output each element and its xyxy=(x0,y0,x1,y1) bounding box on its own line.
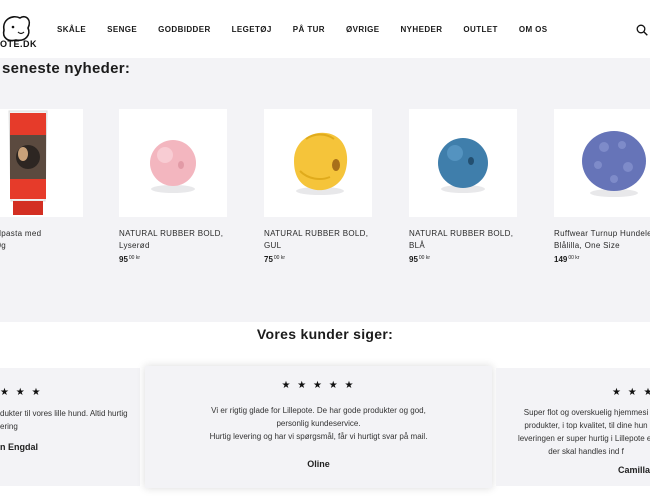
product-image[interactable] xyxy=(264,109,372,217)
site-header: OTE.DK SKÅLE SENGE GODBIDDER LEGETØJ PÅ … xyxy=(0,0,650,58)
product-price: 14900 kr xyxy=(554,255,650,264)
review-stars: ★ ★ ★ ★ xyxy=(612,387,650,398)
main-nav: SKÅLE SENGE GODBIDDER LEGETØJ PÅ TUR ØVR… xyxy=(57,25,569,34)
price-decimals: 00 kr xyxy=(568,255,580,261)
review-stars: ★ ★ ★ ★ ★ xyxy=(281,380,356,391)
product-name: detandpasta med nag 90g xyxy=(0,228,83,252)
review-text-line: Hurtig levering og har vi spørgsmål, får… xyxy=(209,432,428,441)
logo-text[interactable]: OTE.DK xyxy=(0,39,37,49)
product-name: NATURAL RUBBER BOLD, Lyserød xyxy=(119,228,227,252)
product-image[interactable] xyxy=(554,109,650,217)
review-author: n Engdal xyxy=(0,442,38,452)
product-name-line: Lyserød xyxy=(119,241,150,250)
nav-item-senge[interactable]: SENGE xyxy=(107,25,137,34)
product-price: 9500 kr xyxy=(119,255,227,264)
review-text-line: leveringen er super hurtig i Lillepote e… xyxy=(517,434,650,443)
price-value: 95 xyxy=(119,255,128,264)
nav-item-legetoej[interactable]: LEGETØJ xyxy=(232,25,272,34)
product-name-line: NATURAL RUBBER BOLD, BLÅ xyxy=(409,229,514,250)
product-image[interactable] xyxy=(409,109,517,217)
product-card[interactable]: Ruffwear Turnup Hundeleget Blålilla, One… xyxy=(554,109,650,264)
product-price: 9500 kr xyxy=(409,255,517,264)
price-value: 149 xyxy=(554,255,568,264)
pink-ball-icon xyxy=(150,140,196,193)
review-text-line: personlig kundeservice. xyxy=(276,419,361,428)
review-text-line: Super flot og overskuelig hjemmesi xyxy=(523,408,649,417)
product-name-line: Ruffwear Turnup Hundeleget xyxy=(554,229,650,238)
review-author: Camilla xyxy=(618,465,650,475)
news-section-title: seneste nyheder: xyxy=(2,60,131,77)
product-name-line: NATURAL RUBBER BOLD, xyxy=(119,229,224,238)
nav-item-paa-tur[interactable]: PÅ TUR xyxy=(293,25,325,34)
nav-item-nyheder[interactable]: NYHEDER xyxy=(401,25,443,34)
yellow-ball-icon xyxy=(294,132,348,195)
nav-item-om-os[interactable]: OM OS xyxy=(519,25,548,34)
product-name-line: NATURAL RUBBER BOLD, GUL xyxy=(264,229,369,250)
review-card-right[interactable]: ★ ★ ★ ★ Super flot og overskuelig hjemme… xyxy=(496,368,650,486)
nav-item-skaale[interactable]: SKÅLE xyxy=(57,25,86,34)
review-text-line: Vi er rigtig glade for Lillepote. De har… xyxy=(211,406,426,415)
toothpaste-tube-icon xyxy=(8,110,48,215)
review-text-line: produkter, i top kvalitet, til dine hun xyxy=(524,421,648,430)
review-text: Super flot og overskuelig hjemmesi produ… xyxy=(496,406,650,458)
review-text: Vi er rigtig glade for Lillepote. De har… xyxy=(145,404,492,443)
product-card[interactable]: NATURAL RUBBER BOLD, BLÅ 9500 kr xyxy=(409,109,517,264)
review-author: Oline xyxy=(307,459,330,469)
price-decimals: 00 kr xyxy=(418,255,431,261)
price-value: 95 xyxy=(409,255,418,264)
review-text: dukter til vores lille hund. Altid hurti… xyxy=(0,407,140,433)
nav-item-outlet[interactable]: OUTLET xyxy=(463,25,497,34)
review-text-line: der skal handles ind f xyxy=(548,447,624,456)
search-icon[interactable] xyxy=(636,24,648,36)
product-card[interactable]: NATURAL RUBBER BOLD, Lyserød 9500 kr xyxy=(119,109,227,264)
product-name-line: detandpasta med xyxy=(0,229,42,238)
product-card[interactable]: NATURAL RUBBER BOLD, GUL 7500 kr xyxy=(264,109,372,264)
product-image[interactable] xyxy=(119,109,227,217)
product-image[interactable] xyxy=(0,109,83,217)
blue-ball-icon xyxy=(438,138,488,193)
price-decimals: 00 kr xyxy=(128,255,141,261)
review-card-center[interactable]: ★ ★ ★ ★ ★ Vi er rigtig glade for Lillepo… xyxy=(145,366,492,488)
product-card[interactable]: detandpasta med nag 90g xyxy=(0,109,83,252)
review-card-left[interactable]: ★ ★ ★ dukter til vores lille hund. Altid… xyxy=(0,368,140,486)
reviews-title: Vores kunder siger: xyxy=(256,326,394,342)
product-name: NATURAL RUBBER BOLD, BLÅ xyxy=(409,228,517,252)
nav-item-oevrige[interactable]: ØVRIGE xyxy=(346,25,380,34)
price-value: 75 xyxy=(264,255,273,264)
ruffwear-toy-icon xyxy=(582,131,646,197)
product-name-line: Blålilla, One Size xyxy=(554,241,620,250)
review-stars: ★ ★ ★ xyxy=(0,387,43,398)
nav-item-godbidder[interactable]: GODBIDDER xyxy=(158,25,211,34)
price-decimals: 00 kr xyxy=(273,255,286,261)
review-text-line: ering xyxy=(0,422,18,431)
product-name: Ruffwear Turnup Hundeleget Blålilla, One… xyxy=(554,228,650,252)
product-price: 7500 kr xyxy=(264,255,372,264)
product-name-line: nag 90g xyxy=(0,241,7,250)
review-text-line: dukter til vores lille hund. Altid hurti… xyxy=(0,409,128,418)
product-name: NATURAL RUBBER BOLD, GUL xyxy=(264,228,372,252)
